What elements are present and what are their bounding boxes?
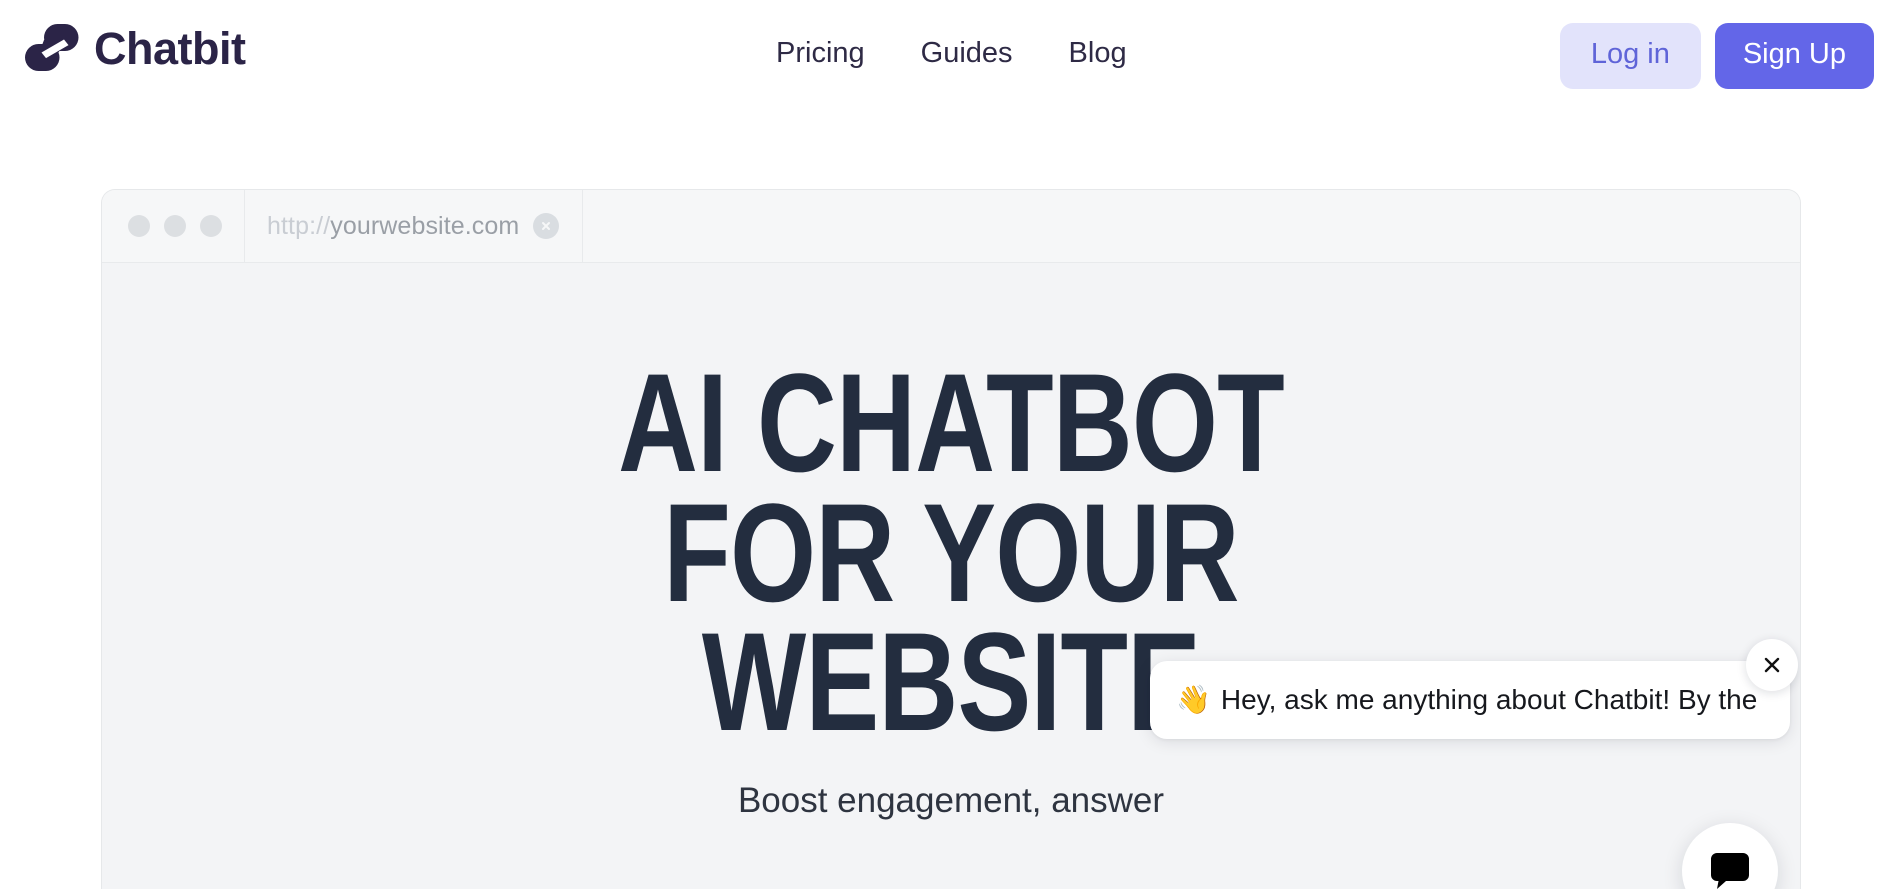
chat-teaser-text: Hey, ask me anything about Chatbit! By t… [1220, 684, 1764, 715]
auth-actions: Log in Sign Up [1559, 23, 1874, 89]
signup-button[interactable]: Sign Up [1714, 23, 1874, 89]
main-navigation: Pricing Guides Blog [776, 36, 1127, 71]
window-maximize-dot-icon[interactable] [200, 215, 222, 237]
browser-mockup: http://yourwebsite.com AI CHATBOT FOR YO… [101, 189, 1801, 889]
nav-link-guides[interactable]: Guides [921, 36, 1013, 71]
chat-bubble-icon [1709, 851, 1751, 889]
browser-tab[interactable]: http://yourwebsite.com [245, 190, 583, 262]
url-scheme: http:// [267, 211, 331, 240]
tab-close-icon[interactable] [533, 213, 560, 239]
login-button[interactable]: Log in [1559, 23, 1701, 89]
chat-teaser-close-icon[interactable] [1746, 639, 1798, 691]
traffic-lights [102, 190, 245, 262]
nav-link-pricing[interactable]: Pricing [776, 36, 865, 71]
browser-chrome-empty-area [583, 190, 1800, 262]
window-close-dot-icon[interactable] [128, 215, 150, 237]
chatbit-logo-mark-icon [24, 22, 80, 74]
mock-page-viewport: AI CHATBOT FOR YOUR WEBSITE Boost engage… [102, 263, 1800, 889]
brand-name: Chatbit [94, 22, 246, 74]
url-host: yourwebsite.com [330, 211, 520, 240]
browser-chrome: http://yourwebsite.com [102, 190, 1800, 263]
chat-launcher-button[interactable] [1682, 823, 1778, 889]
site-header: Chatbit Pricing Guides Blog Log in Sign … [0, 0, 1900, 114]
brand-logo-link[interactable]: Chatbit [24, 22, 246, 74]
hero-subtitle: Boost engagement, answer [737, 780, 1165, 820]
chat-widget: 👋 Hey, ask me anything about Chatbit! By… [1140, 639, 1800, 889]
chat-teaser-bubble[interactable]: 👋 Hey, ask me anything about Chatbit! By… [1150, 661, 1790, 739]
waving-hand-icon: 👋 [1176, 683, 1211, 715]
address-bar-url: http://yourwebsite.com [267, 211, 520, 240]
window-minimize-dot-icon[interactable] [164, 215, 186, 237]
nav-link-blog[interactable]: Blog [1069, 36, 1127, 71]
